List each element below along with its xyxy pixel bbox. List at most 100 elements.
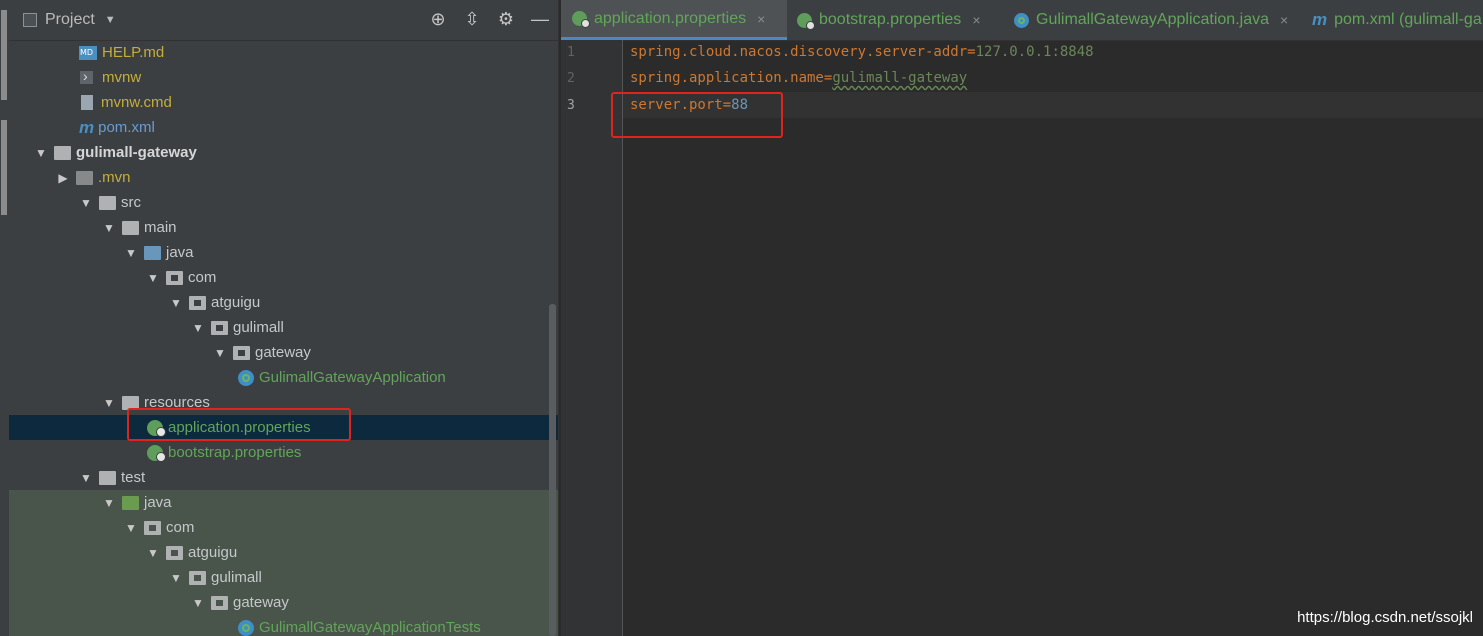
tree-item-label: .mvn [98, 169, 131, 186]
collapse-arrow-icon[interactable]: ▶ [56, 171, 70, 185]
folder-icon [99, 470, 116, 485]
text-file-icon [81, 95, 93, 110]
line-number: 2 [567, 71, 575, 86]
collapse-icon[interactable]: ⇳ [462, 9, 482, 30]
tree-item-label: com [188, 269, 217, 286]
expand-arrow-icon[interactable]: ▼ [124, 246, 138, 260]
expand-arrow-icon[interactable]: ▼ [146, 271, 160, 285]
spring-boot-class-icon [1014, 12, 1029, 28]
tree-item-label: java [166, 244, 194, 261]
expand-arrow-icon[interactable]: ▼ [213, 346, 227, 360]
folder-icon [99, 195, 116, 210]
close-icon[interactable]: × [1280, 12, 1288, 28]
tab-label: GulimallGatewayApplication.java [1036, 11, 1269, 28]
maven-icon: m [79, 117, 95, 137]
gear-icon[interactable]: ⚙ [496, 9, 516, 30]
tree-item-com-test[interactable]: ▼ com [9, 515, 558, 540]
tree-item-atguigu-test[interactable]: ▼ atguigu [9, 540, 558, 565]
chevron-down-icon: ▼ [104, 14, 116, 26]
tree-item-label: HELP.md [102, 44, 165, 61]
package-icon [189, 570, 206, 585]
script-file-icon [80, 68, 93, 84]
tree-item-main[interactable]: ▼ main [9, 215, 558, 240]
tab-application-properties[interactable]: application.properties × [561, 0, 787, 40]
minimize-icon[interactable]: — [530, 9, 550, 30]
tree-item-label: gateway [255, 344, 311, 361]
project-icon [23, 13, 37, 27]
tree-item-gulimall-gateway-application-tests[interactable]: GulimallGatewayApplicationTests [9, 615, 558, 636]
tree-item-label: GulimallGatewayApplicationTests [259, 619, 481, 636]
tree-item-bootstrap-properties[interactable]: bootstrap.properties [9, 440, 558, 465]
tree-item-gulimall-test[interactable]: ▼ gulimall [9, 565, 558, 590]
tree-item-label: src [121, 194, 141, 211]
equals-sign: = [967, 44, 976, 60]
expand-arrow-icon[interactable]: ▼ [124, 521, 138, 535]
tree-item-label: test [121, 469, 146, 486]
tab-label: pom.xml (gulimall-ga [1334, 11, 1482, 28]
module-folder-icon [54, 145, 71, 160]
code-line-1[interactable]: spring.cloud.nacos.discovery.server-addr… [630, 44, 1094, 60]
property-key: spring.cloud.nacos.discovery.server-addr [630, 44, 968, 60]
tree-item-java-main[interactable]: ▼ java [9, 240, 558, 265]
tree-item-gateway-test[interactable]: ▼ gateway [9, 590, 558, 615]
tree-item-mvn[interactable]: ▶ .mvn [9, 165, 558, 190]
expand-arrow-icon[interactable]: ▼ [191, 321, 205, 335]
code-line-2[interactable]: spring.application.name=gulimall-gateway [630, 70, 967, 86]
tree-item-gulimall-gateway-application[interactable]: GulimallGatewayApplication [9, 365, 558, 390]
tree-item-atguigu[interactable]: ▼ atguigu [9, 290, 558, 315]
tree-item-src[interactable]: ▼ src [9, 190, 558, 215]
tree-item-gateway[interactable]: ▼ gateway [9, 340, 558, 365]
expand-arrow-icon[interactable]: ▼ [102, 496, 116, 510]
tree-item-mvnw[interactable]: mvnw [9, 65, 558, 90]
spring-boot-class-icon [238, 369, 254, 386]
tree-item-gulimall[interactable]: ▼ gulimall [9, 315, 558, 340]
tree-item-label: mvnw [102, 69, 142, 86]
tree-item-java-test[interactable]: ▼ java [9, 490, 558, 515]
expand-arrow-icon[interactable]: ▼ [102, 396, 116, 410]
tab-pom-xml[interactable]: m pom.xml (gulimall-ga [1312, 0, 1482, 40]
folder-icon [76, 170, 93, 185]
tree-item-label: gulimall [233, 319, 284, 336]
structure-tool-window-tab[interactable] [1, 120, 7, 215]
tree-item-gulimall-gateway[interactable]: ▼ gulimall-gateway [9, 140, 558, 165]
spring-boot-class-icon [238, 619, 254, 636]
tree-item-label: java [144, 494, 172, 511]
project-panel-header: Project ▼ ⊕ ⇳ ⚙ — [9, 0, 558, 41]
tab-gulimall-gateway-application-java[interactable]: GulimallGatewayApplication.java × [1014, 0, 1288, 40]
expand-arrow-icon[interactable]: ▼ [146, 546, 160, 560]
project-scrollbar[interactable] [549, 304, 556, 636]
line-number: 1 [567, 45, 575, 60]
close-icon[interactable]: × [757, 11, 765, 27]
project-tool-window-tab[interactable] [1, 10, 7, 100]
tree-item-mvnw-cmd[interactable]: mvnw.cmd [9, 90, 558, 115]
expand-arrow-icon[interactable]: ▼ [79, 196, 93, 210]
tree-item-label: main [144, 219, 177, 236]
expand-arrow-icon[interactable]: ▼ [102, 221, 116, 235]
expand-arrow-icon[interactable]: ▼ [79, 471, 93, 485]
tree-item-label: GulimallGatewayApplication [259, 369, 446, 386]
expand-arrow-icon[interactable]: ▼ [34, 146, 48, 160]
package-icon [166, 270, 183, 285]
tree-item-test[interactable]: ▼ test [9, 465, 558, 490]
locate-icon[interactable]: ⊕ [428, 9, 448, 30]
package-icon [233, 345, 250, 360]
close-icon[interactable]: × [972, 12, 980, 28]
watermark: https://blog.csdn.net/ssojkl [1297, 609, 1473, 626]
package-icon [144, 520, 161, 535]
expand-arrow-icon[interactable]: ▼ [169, 571, 183, 585]
tree-item-label: atguigu [188, 544, 238, 561]
expand-arrow-icon[interactable]: ▼ [169, 296, 183, 310]
project-view-selector[interactable]: Project ▼ [23, 11, 116, 29]
package-icon [166, 545, 183, 560]
tab-bootstrap-properties[interactable]: bootstrap.properties × [797, 0, 981, 40]
editor: application.properties × bootstrap.prope… [561, 0, 1483, 636]
tree-item-help-md[interactable]: HELP.md [9, 40, 558, 65]
expand-arrow-icon[interactable]: ▼ [191, 596, 205, 610]
spring-properties-icon [147, 444, 166, 462]
markdown-file-icon [79, 45, 97, 60]
maven-icon: m [1312, 10, 1328, 29]
package-icon [211, 320, 228, 335]
tree-item-com[interactable]: ▼ com [9, 265, 558, 290]
project-panel: Project ▼ ⊕ ⇳ ⚙ — HELP.md mvnw mvnw.cmd … [9, 0, 558, 636]
tree-item-pom-xml[interactable]: m pom.xml [9, 115, 558, 140]
